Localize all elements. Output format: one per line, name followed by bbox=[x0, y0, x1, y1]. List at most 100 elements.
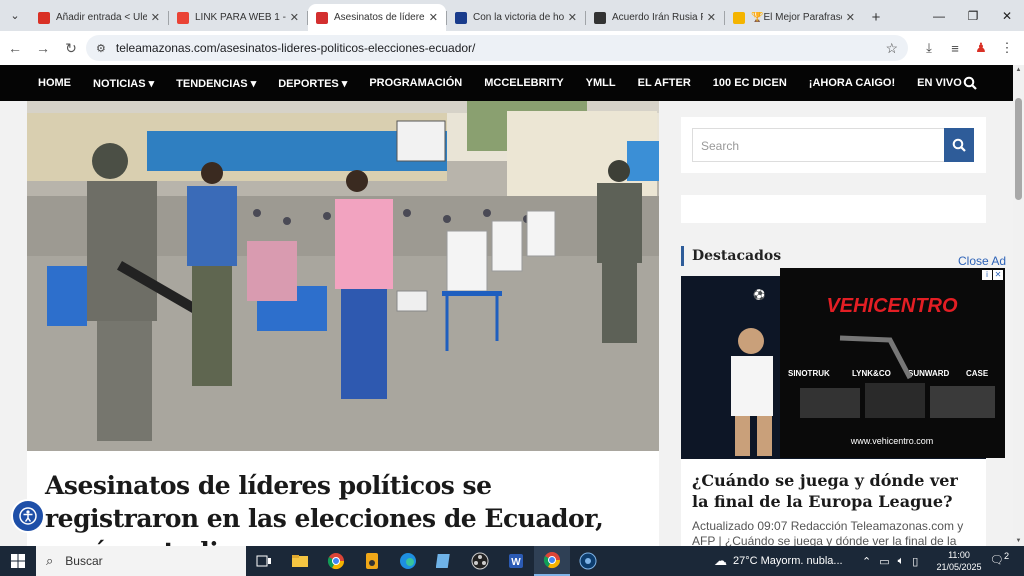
extension-icon[interactable]: ♟ bbox=[968, 35, 994, 61]
minimize-button[interactable]: — bbox=[922, 0, 956, 31]
trophy-icon bbox=[733, 11, 745, 24]
close-tab-icon[interactable]: ✕ bbox=[151, 11, 160, 24]
bookmark-star-icon[interactable]: ☆ bbox=[885, 40, 898, 57]
tab-list: Añadir entrada < Ule ✕ LINK PARA WEB 1 - u… bbox=[30, 4, 863, 31]
tab-search-menu-button[interactable]: ⌄ bbox=[0, 0, 30, 31]
sidebar-search-input[interactable]: Search bbox=[692, 128, 945, 162]
nav-item[interactable]: DEPORTES ▾ bbox=[278, 77, 347, 90]
weather-widget[interactable]: ☁ 27°C Mayorm. nubla... bbox=[714, 546, 843, 576]
close-window-button[interactable]: ✕ bbox=[990, 0, 1024, 31]
media-player-icon[interactable] bbox=[354, 546, 390, 576]
teleamazonas-icon bbox=[316, 11, 328, 24]
accessibility-button[interactable] bbox=[11, 499, 45, 533]
browser-tab[interactable]: LINK PARA WEB 1 - u ✕ bbox=[169, 4, 307, 31]
app-globe-icon[interactable] bbox=[570, 546, 606, 576]
network-icon[interactable]: ▭ bbox=[879, 555, 889, 568]
close-tab-icon[interactable]: ✕ bbox=[846, 11, 855, 24]
task-view-icon[interactable] bbox=[246, 546, 282, 576]
scroll-up-arrow[interactable]: ▲ bbox=[1013, 67, 1024, 73]
windows-logo-icon bbox=[11, 554, 25, 568]
browser-menu-icon[interactable]: ⋮ bbox=[994, 35, 1020, 61]
tab-title: Acuerdo Irán Rusia Pe bbox=[612, 12, 703, 23]
sport-logo-icon bbox=[455, 11, 467, 24]
nav-item[interactable]: HOME bbox=[38, 77, 71, 89]
sidebar-search-button[interactable] bbox=[944, 128, 974, 162]
voting-center-photo bbox=[27, 101, 659, 451]
obs-icon[interactable] bbox=[462, 546, 498, 576]
windows-taskbar: ⌕ Buscar W ☁ 27°C Mayorm. nubla... ⌃ ▭ 🔈… bbox=[0, 546, 1024, 576]
browser-tab[interactable]: 🏆El Mejor Parafrase ✕ bbox=[725, 4, 863, 31]
page-scrollbar[interactable]: ▲ ▼ bbox=[1013, 65, 1024, 546]
article-header: Asesinatos de líderes políticos se regis… bbox=[27, 451, 659, 546]
forward-button[interactable]: → bbox=[30, 35, 56, 61]
search-icon bbox=[952, 138, 966, 152]
volume-icon[interactable]: 🔈︎ bbox=[898, 555, 905, 568]
chrome-icon[interactable] bbox=[318, 546, 354, 576]
web-page: HOME NOTICIAS ▾ TENDENCIAS ▾ DEPORTES ▾ PROG… bbox=[0, 65, 1013, 546]
word-icon[interactable]: W bbox=[498, 546, 534, 576]
close-tab-icon[interactable]: ✕ bbox=[290, 11, 299, 24]
ad-artwork: VEHICENTRO SINOTRUK LYNK&CO SUNWARD CASE… bbox=[788, 295, 995, 446]
clock-time: 11:00 bbox=[948, 550, 970, 560]
edge-icon[interactable] bbox=[390, 546, 426, 576]
vehicentro-ad[interactable]: i ✕ VEHICENTRO SINOTRUK LYNK&CO SUNWARD … bbox=[780, 268, 1005, 458]
url-text[interactable]: teleamazonas.com/asesinatos-lideres-poli… bbox=[116, 41, 886, 55]
back-button[interactable]: ← bbox=[2, 35, 28, 61]
ad-choices-badge[interactable]: i ✕ bbox=[981, 270, 1003, 280]
featured-article-meta: Actualizado 09:07 Redacción Teleamazonas… bbox=[692, 519, 964, 546]
scroll-down-arrow[interactable]: ▼ bbox=[1013, 538, 1024, 544]
browser-toolbar: ← → ↻ ⚙ teleamazonas.com/asesinatos-lide… bbox=[0, 31, 1024, 65]
close-ad-link[interactable]: Close Ad bbox=[958, 254, 1006, 268]
nav-item[interactable]: ¡AHORA CAIGO! bbox=[809, 77, 895, 89]
nav-item[interactable]: NOTICIAS ▾ bbox=[93, 77, 154, 90]
start-button[interactable] bbox=[0, 546, 36, 576]
browser-tab[interactable]: Asesinatos de líderes ✕ bbox=[308, 4, 446, 31]
gmail-icon bbox=[177, 11, 189, 24]
featured-article-title[interactable]: ¿Cuándo se juega y dónde ver la final de… bbox=[692, 470, 977, 512]
download-icon[interactable]: ⤓ bbox=[916, 35, 942, 61]
browser-tab[interactable]: Añadir entrada < Ule ✕ bbox=[30, 4, 168, 31]
notepad-icon[interactable] bbox=[426, 546, 462, 576]
battery-icon[interactable]: ▯ bbox=[912, 555, 918, 568]
toolbar-actions: ⤓ ≡ ♟ ⋮ bbox=[916, 35, 1020, 61]
nav-item[interactable]: PROGRAMACIÓN bbox=[369, 77, 462, 89]
nav-item[interactable]: MCCELEBRITY bbox=[484, 77, 563, 89]
nav-item[interactable]: 100 EC DICEN bbox=[713, 77, 787, 89]
new-tab-button[interactable]: + bbox=[863, 4, 889, 31]
notification-center-button[interactable]: 🗨︎2 bbox=[990, 551, 1009, 567]
nav-item[interactable]: EN VIVO bbox=[917, 77, 962, 89]
ad-brand-text: VEHICENTRO bbox=[826, 295, 958, 317]
taskbar-search-box[interactable]: ⌕ Buscar bbox=[36, 546, 246, 576]
taskbar-search-label: Buscar bbox=[65, 554, 103, 568]
scrollbar-thumb[interactable] bbox=[1015, 98, 1022, 200]
tab-title: Añadir entrada < Ule bbox=[56, 12, 147, 23]
tray-overflow-icon[interactable]: ⌃ bbox=[862, 555, 871, 568]
search-icon: ⌕ bbox=[46, 553, 54, 568]
window-controls: — ❐ ✕ bbox=[922, 0, 1024, 31]
nav-item[interactable]: YMLL bbox=[586, 77, 616, 89]
taskbar-clock[interactable]: 11:00 21/05/2025 bbox=[934, 549, 984, 573]
site-info-icon[interactable]: ⚙ bbox=[96, 42, 106, 55]
address-bar[interactable]: ⚙ teleamazonas.com/asesinatos-lideres-po… bbox=[86, 35, 908, 61]
close-tab-icon[interactable]: ✕ bbox=[429, 11, 438, 24]
ad-info-icon[interactable]: i bbox=[982, 270, 992, 280]
media-control-icon[interactable]: ≡ bbox=[942, 35, 968, 61]
ad-partner-4: CASE bbox=[966, 369, 989, 378]
file-explorer-icon[interactable] bbox=[282, 546, 318, 576]
nav-item[interactable]: EL AFTER bbox=[638, 77, 691, 89]
close-tab-icon[interactable]: ✕ bbox=[568, 11, 577, 24]
weather-text: 27°C Mayorm. nubla... bbox=[733, 555, 843, 567]
system-tray: ⌃ ▭ 🔈︎ ▯ bbox=[862, 546, 926, 576]
restore-button[interactable]: ❐ bbox=[956, 0, 990, 31]
notification-icon: 🗨︎ bbox=[990, 554, 1004, 567]
chrome-active-icon[interactable] bbox=[534, 546, 570, 576]
u-logo-icon bbox=[38, 11, 50, 24]
browser-tab[interactable]: Con la victoria de ho ✕ bbox=[447, 4, 585, 31]
browser-tab[interactable]: Acuerdo Irán Rusia Pe ✕ bbox=[586, 4, 724, 31]
ad-close-icon[interactable]: ✕ bbox=[993, 270, 1003, 280]
nav-item[interactable]: TENDENCIAS ▾ bbox=[176, 77, 256, 90]
reload-button[interactable]: ↻ bbox=[58, 35, 84, 61]
site-search-icon[interactable] bbox=[963, 76, 977, 90]
ad-partner-1: SINOTRUK bbox=[788, 369, 830, 378]
close-tab-icon[interactable]: ✕ bbox=[707, 11, 716, 24]
